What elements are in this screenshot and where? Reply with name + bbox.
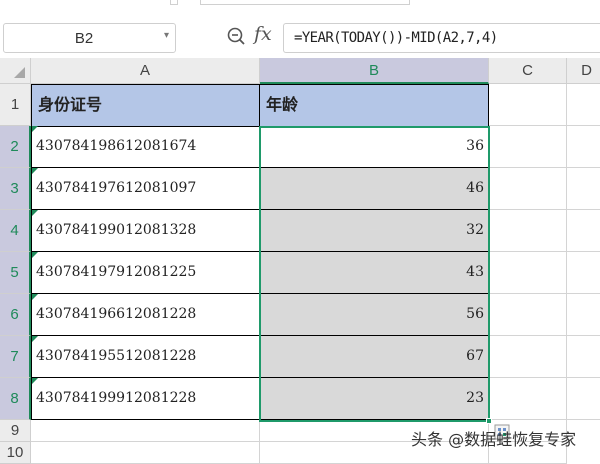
id-cell[interactable]: 430784196612081228: [31, 294, 260, 336]
age-cell[interactable]: 46: [260, 168, 489, 210]
id-cell-text: 430784196612081228: [36, 306, 197, 322]
fill-handle[interactable]: [486, 418, 492, 424]
id-cell[interactable]: 430784199012081328: [31, 210, 260, 252]
watermark-text: 头条 @数据蛙恢复专家: [411, 430, 577, 449]
header-cell-id[interactable]: 身份证号: [31, 84, 260, 127]
column-header-c[interactable]: C: [489, 58, 567, 84]
grid-cell[interactable]: [489, 252, 567, 294]
row-header-4[interactable]: 4: [0, 210, 31, 252]
row-header-7[interactable]: 7: [0, 336, 31, 378]
spreadsheet-grid: A B C D 1 2 3 4 5 6 7 8 9 10 身份证号 年龄 430…: [0, 58, 600, 464]
column-header-a[interactable]: A: [31, 58, 260, 84]
column-header-d[interactable]: D: [567, 58, 600, 84]
row-header-3[interactable]: 3: [0, 168, 31, 210]
grid-cell[interactable]: [567, 294, 600, 336]
row-header-1[interactable]: 1: [0, 84, 31, 126]
select-all-button[interactable]: [0, 58, 31, 84]
row-header-5[interactable]: 5: [0, 252, 31, 294]
age-cell[interactable]: 23: [260, 378, 489, 420]
chevron-down-icon[interactable]: ▾: [164, 30, 169, 41]
formula-bar: B2 ▾ fx =YEAR(TODAY())-MID(A2,7,4): [0, 14, 600, 58]
age-cell[interactable]: 43: [260, 252, 489, 294]
id-cell-text: 430784199012081328: [36, 222, 197, 238]
grid-cell[interactable]: [567, 168, 600, 210]
age-cell-active[interactable]: 36: [260, 126, 489, 168]
grid-cell[interactable]: [489, 84, 567, 126]
age-cell[interactable]: 56: [260, 294, 489, 336]
id-cell-text: 430784199912081228: [36, 390, 197, 406]
age-cell[interactable]: 32: [260, 210, 489, 252]
row-header-6[interactable]: 6: [0, 294, 31, 336]
row-header-9[interactable]: 9: [0, 420, 31, 442]
toolbar-edge: [200, 0, 410, 5]
formula-text: =YEAR(TODAY())-MID(A2,7,4): [294, 30, 498, 46]
id-cell[interactable]: 430784199912081228: [31, 378, 260, 420]
grid-cell[interactable]: [567, 336, 600, 378]
function-icon[interactable]: fx: [254, 23, 272, 45]
formula-input[interactable]: =YEAR(TODAY())-MID(A2,7,4): [283, 23, 600, 53]
grid-cell[interactable]: [567, 210, 600, 252]
grid-cell[interactable]: [567, 126, 600, 168]
grid-cell[interactable]: [567, 252, 600, 294]
header-cell-age[interactable]: 年龄: [259, 84, 489, 127]
column-header-b[interactable]: B: [260, 58, 489, 84]
grid-cell[interactable]: [489, 336, 567, 378]
top-toolbar-strip: [0, 0, 600, 14]
row-header-8[interactable]: 8: [0, 378, 31, 420]
grid-cell[interactable]: [489, 294, 567, 336]
row-header-10[interactable]: 10: [0, 442, 31, 464]
id-cell[interactable]: 430784197612081097: [31, 168, 260, 210]
id-cell[interactable]: 430784197912081225: [31, 252, 260, 294]
grid-cell[interactable]: [489, 168, 567, 210]
id-cell[interactable]: 430784195512081228: [31, 336, 260, 378]
id-cell-text: 430784198612081674: [36, 138, 197, 154]
id-cell-text: 430784197912081225: [36, 264, 197, 280]
grid-cell[interactable]: [31, 442, 260, 464]
name-box[interactable]: B2 ▾: [3, 23, 176, 53]
grid-cell[interactable]: [31, 420, 260, 442]
grid-cell[interactable]: [567, 378, 600, 420]
toolbar-edge: [170, 0, 178, 5]
grid-cell[interactable]: [489, 378, 567, 420]
grid-cell[interactable]: [489, 210, 567, 252]
row-header-2[interactable]: 2: [0, 126, 31, 168]
age-cell[interactable]: 67: [260, 336, 489, 378]
grid-cell[interactable]: [489, 126, 567, 168]
grid-cell[interactable]: [567, 84, 600, 126]
id-cell[interactable]: 430784198612081674: [31, 126, 260, 168]
id-cell-text: 430784197612081097: [36, 180, 197, 196]
zoom-icon[interactable]: [226, 26, 246, 46]
id-cell-text: 430784195512081228: [36, 348, 197, 364]
name-box-value: B2: [74, 30, 94, 47]
